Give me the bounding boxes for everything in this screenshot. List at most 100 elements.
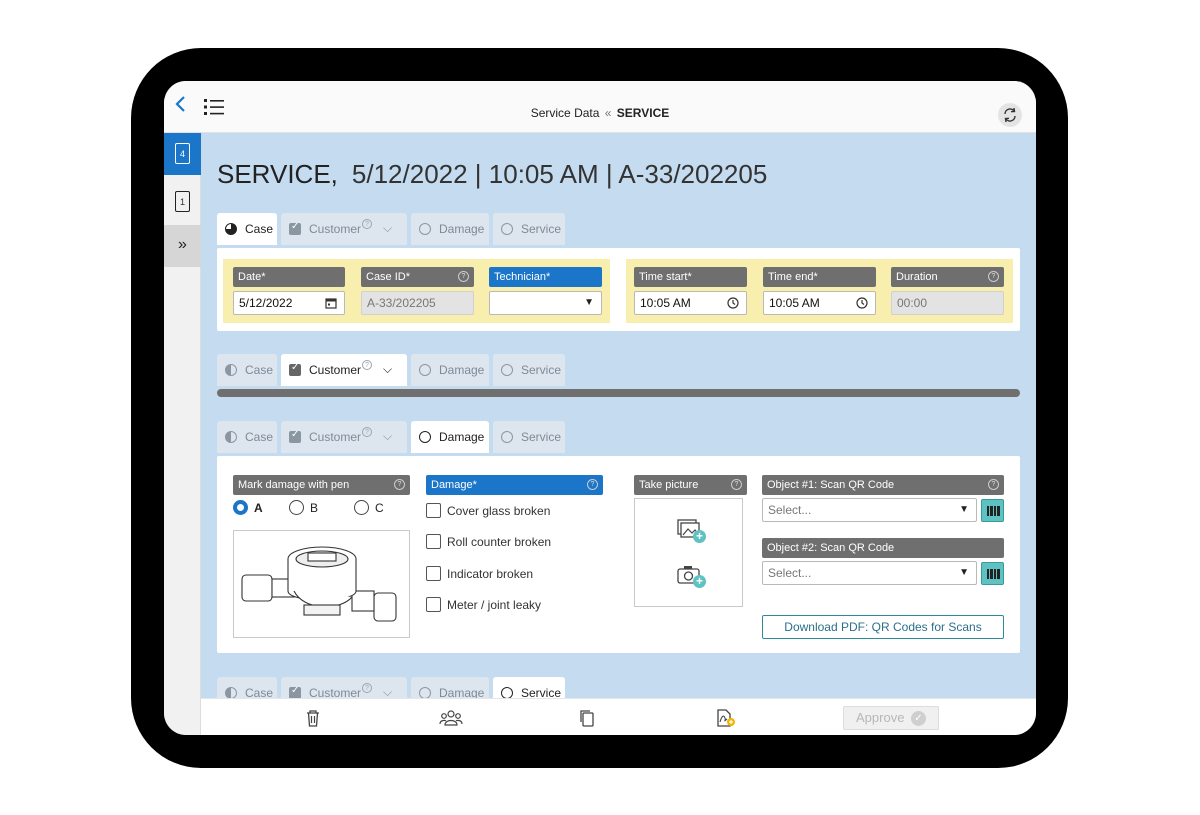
calendar-icon[interactable] xyxy=(325,292,337,318)
sidebar-expand-button[interactable]: » xyxy=(164,225,201,267)
circle-icon xyxy=(419,687,431,698)
object2-select[interactable]: Select... ▼ xyxy=(762,561,977,585)
checkbox[interactable] xyxy=(426,534,441,549)
pie-progress-icon xyxy=(225,431,237,443)
circle-icon xyxy=(419,223,431,235)
tab-damage[interactable]: Damage xyxy=(411,677,489,698)
tab-service[interactable]: Service xyxy=(493,354,565,386)
tab-case[interactable]: Case xyxy=(217,677,277,698)
circle-icon xyxy=(419,364,431,376)
help-icon[interactable]: ? xyxy=(362,219,372,229)
record-heading: SERVICE, 5/12/2022 | 10:05 AM | A-33/2022… xyxy=(217,159,767,190)
tab-damage[interactable]: Damage xyxy=(411,213,489,245)
checkbox[interactable] xyxy=(426,503,441,518)
top-bar: Service Data « SERVICE xyxy=(164,81,1036,133)
checkbox[interactable] xyxy=(426,597,441,612)
dropdown-arrow-icon: ▼ xyxy=(959,567,969,578)
bottom-toolbar: Approve ✓ xyxy=(201,698,1036,735)
case-id-field: A-33/202205 xyxy=(361,291,474,315)
time-end-label: Time end* xyxy=(763,267,876,287)
back-chevron-icon[interactable] xyxy=(174,95,194,117)
radio-button[interactable] xyxy=(289,500,304,515)
damage-card: Mark damage with pen ? A B C Damage* ? C… xyxy=(217,456,1020,653)
time-end-field[interactable]: 10:05 AM xyxy=(763,291,876,315)
damage-label: Damage* ? xyxy=(426,475,603,495)
tab-case[interactable]: Case xyxy=(217,354,277,386)
picture-box: + + xyxy=(634,498,743,607)
add-image-icon[interactable]: + xyxy=(677,519,706,543)
document-icon: 1 xyxy=(175,191,190,212)
date-field[interactable]: 5/12/2022 xyxy=(233,291,345,315)
tab-customer[interactable]: Customer ? ⌵ xyxy=(281,213,407,245)
water-meter-drawing[interactable] xyxy=(233,530,410,638)
tab-damage[interactable]: Damage xyxy=(411,354,489,386)
heading-type: SERVICE, xyxy=(217,159,338,189)
clock-icon[interactable] xyxy=(727,292,739,318)
chevron-down-icon[interactable]: ⌵ xyxy=(383,685,392,698)
tab-service[interactable]: Service xyxy=(493,213,565,245)
radio-button[interactable] xyxy=(233,500,248,515)
tab-service[interactable]: Service xyxy=(493,421,565,453)
pdf-signature-icon[interactable] xyxy=(716,709,736,727)
duration-label: Duration ? xyxy=(891,267,1004,287)
tab-damage[interactable]: Damage xyxy=(411,421,489,453)
sidebar-item-document-4[interactable]: 4 xyxy=(164,133,201,175)
tab-customer[interactable]: Customer ? ⌵ xyxy=(281,421,407,453)
list-menu-icon[interactable] xyxy=(204,98,224,116)
check-circle-icon: ✓ xyxy=(911,711,926,726)
circle-icon xyxy=(501,223,513,235)
chevron-down-icon[interactable]: ⌵ xyxy=(383,429,392,444)
pie-progress-icon xyxy=(225,223,237,235)
help-icon[interactable]: ? xyxy=(988,479,999,490)
download-pdf-button[interactable]: Download PDF: QR Codes for Scans xyxy=(762,615,1004,639)
tab-case[interactable]: Case xyxy=(217,213,277,245)
section-divider xyxy=(217,389,1020,397)
qr-scan-button[interactable] xyxy=(981,499,1004,522)
technician-select[interactable]: ▼ xyxy=(489,291,602,315)
help-icon[interactable]: ? xyxy=(362,360,372,370)
checkbox-icon xyxy=(289,685,301,698)
help-icon[interactable]: ? xyxy=(394,479,405,490)
qr-scan-button[interactable] xyxy=(981,562,1004,585)
pie-progress-icon xyxy=(225,364,237,376)
tab-customer[interactable]: Customer ? ⌵ xyxy=(281,354,407,386)
group-users-icon[interactable] xyxy=(439,709,463,727)
tab-service[interactable]: Service xyxy=(493,677,565,698)
radio-button[interactable] xyxy=(354,500,369,515)
sidebar: 4 1 » xyxy=(164,133,201,735)
title-separator: « xyxy=(604,106,612,120)
time-field-group: Time start* 10:05 AM Time end* 10:05 AM … xyxy=(626,259,1013,323)
help-icon[interactable]: ? xyxy=(731,479,742,490)
approve-button[interactable]: Approve ✓ xyxy=(843,706,939,730)
copy-icon[interactable] xyxy=(579,709,599,727)
dropdown-arrow-icon: ▼ xyxy=(959,504,969,515)
checkbox-icon xyxy=(289,429,301,443)
help-icon[interactable]: ? xyxy=(362,427,372,437)
help-icon[interactable]: ? xyxy=(587,479,598,490)
help-icon[interactable]: ? xyxy=(362,683,372,693)
refresh-icon[interactable] xyxy=(998,103,1022,127)
take-picture-label: Take picture ? xyxy=(634,475,747,495)
checkbox[interactable] xyxy=(426,566,441,581)
pie-progress-icon xyxy=(225,687,237,698)
add-camera-icon[interactable]: + xyxy=(677,565,706,588)
object1-select[interactable]: Select... ▼ xyxy=(762,498,977,522)
trash-icon[interactable] xyxy=(305,709,325,727)
sidebar-item-document-1[interactable]: 1 xyxy=(164,181,201,223)
time-start-field[interactable]: 10:05 AM xyxy=(634,291,747,315)
tab-case[interactable]: Case xyxy=(217,421,277,453)
circle-icon xyxy=(501,364,513,376)
circle-icon xyxy=(501,687,513,698)
checkbox-icon xyxy=(289,362,301,376)
chevron-down-icon[interactable]: ⌵ xyxy=(383,362,392,377)
help-icon[interactable]: ? xyxy=(458,271,469,282)
clock-icon[interactable] xyxy=(856,292,868,318)
chevron-down-icon[interactable]: ⌵ xyxy=(383,221,392,236)
tab-customer[interactable]: Customer ? ⌵ xyxy=(281,677,407,698)
case-card: Date* 5/12/2022 Case ID* ? A-33/202205 T… xyxy=(217,248,1020,331)
title-prefix: Service Data xyxy=(530,106,600,120)
technician-label: Technician* xyxy=(489,267,602,287)
circle-icon xyxy=(419,431,431,443)
object2-label: Object #2: Scan QR Code xyxy=(762,538,1004,558)
help-icon[interactable]: ? xyxy=(988,271,999,282)
